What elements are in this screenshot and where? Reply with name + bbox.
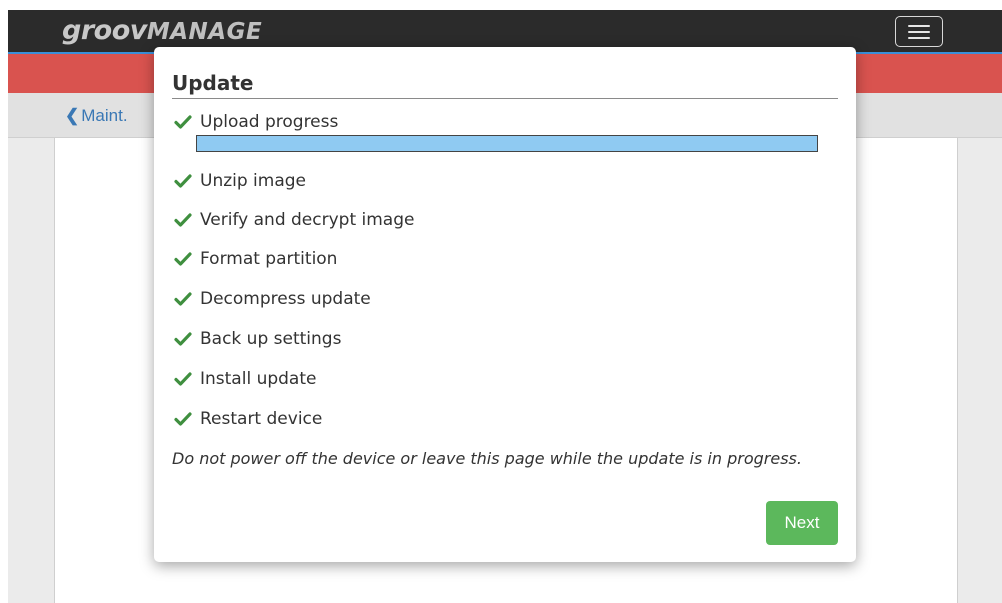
chevron-left-icon: ❮	[65, 106, 80, 125]
check-icon	[174, 292, 192, 306]
upload-progress-bar	[196, 135, 818, 152]
hamburger-menu-button[interactable]	[895, 16, 943, 47]
back-link-maint[interactable]: ❮ Maint.	[65, 106, 128, 126]
check-icon	[174, 372, 192, 386]
next-button[interactable]: Next	[766, 501, 838, 545]
step-verify-decrypt: Verify and decrypt image	[174, 208, 414, 232]
check-icon	[174, 252, 192, 266]
step-label: Format partition	[200, 249, 338, 269]
step-label: Install update	[200, 369, 317, 389]
step-restart-device: Restart device	[174, 407, 322, 431]
step-label: Upload progress	[200, 112, 339, 132]
step-install-update: Install update	[174, 367, 316, 391]
title-divider	[172, 98, 838, 99]
step-format-partition: Format partition	[174, 247, 337, 271]
hamburger-icon	[908, 25, 930, 27]
check-icon	[174, 115, 192, 129]
upload-progress-fill	[197, 136, 817, 151]
hamburger-icon-bar	[908, 37, 930, 39]
hamburger-icon-bar	[908, 31, 930, 33]
check-icon	[174, 412, 192, 426]
check-icon	[174, 213, 192, 227]
step-label: Verify and decrypt image	[200, 210, 415, 230]
step-label: Unzip image	[200, 171, 307, 191]
page: groovMANAGE ❮ Maint. Update Upload progre…	[0, 0, 1002, 603]
logo-product-text: MANAGE	[146, 19, 263, 45]
dialog-title: Update	[172, 71, 254, 95]
check-icon	[174, 174, 192, 188]
step-label: Restart device	[200, 409, 323, 429]
update-dialog: Update Upload progress Unzip image Verif…	[154, 47, 856, 562]
back-link-label: Maint.	[81, 106, 128, 125]
power-off-warning: Do not power off the device or leave thi…	[172, 449, 802, 468]
check-icon	[174, 332, 192, 346]
step-label: Back up settings	[200, 329, 342, 349]
step-upload-progress: Upload progress	[174, 110, 338, 134]
logo-brand-text: groov	[62, 15, 147, 46]
step-back-up-settings: Back up settings	[174, 327, 341, 351]
step-unzip-image: Unzip image	[174, 169, 306, 193]
app-logo[interactable]: groovMANAGE	[62, 14, 262, 49]
step-decompress-update: Decompress update	[174, 287, 371, 311]
step-label: Decompress update	[200, 289, 371, 309]
